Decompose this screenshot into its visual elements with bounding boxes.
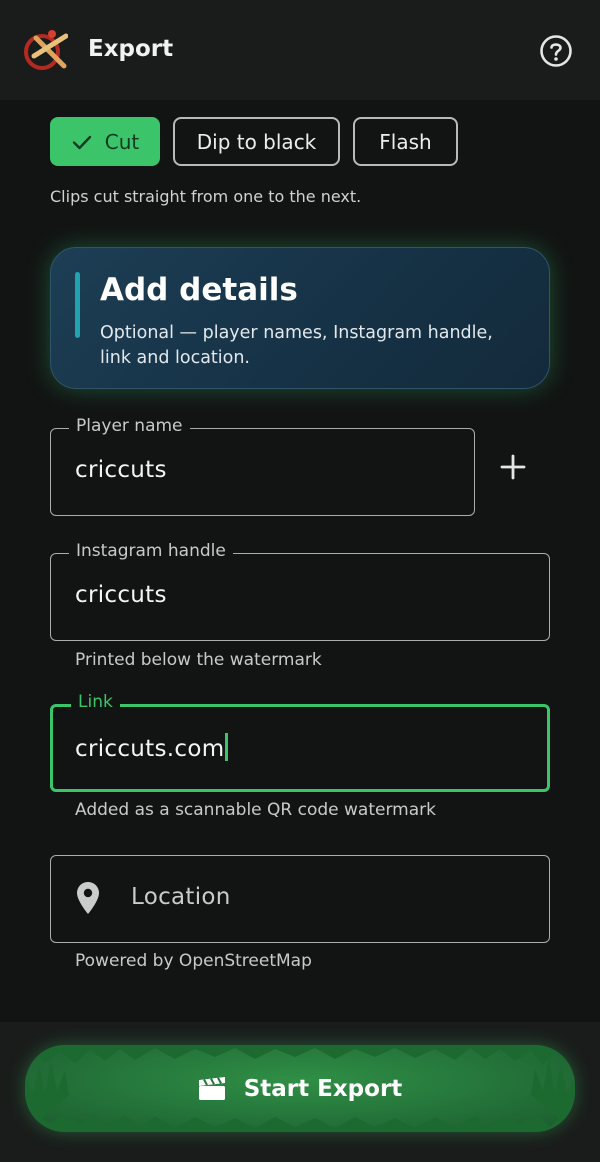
add-details-card[interactable]: Add details Optional — player names, Ins…	[50, 247, 550, 389]
instagram-handle-field[interactable]: Instagram handle criccuts	[50, 541, 550, 641]
location-helper: Powered by OpenStreetMap	[75, 951, 312, 971]
link-field[interactable]: Link criccuts.com	[50, 692, 550, 792]
page-title: Export	[88, 36, 174, 62]
player-name-value: criccuts	[75, 457, 167, 483]
link-value: criccuts.com	[75, 736, 225, 762]
transition-chip-cut[interactable]: Cut	[50, 117, 160, 166]
link-value-wrap: criccuts.com	[75, 733, 229, 762]
transition-description: Clips cut straight from one to the next.	[50, 187, 362, 206]
location-field[interactable]	[50, 855, 550, 943]
chip-label: Dip to black	[196, 129, 317, 154]
start-export-button[interactable]: Start Export	[25, 1045, 575, 1132]
plus-icon[interactable]	[498, 452, 528, 482]
link-helper: Added as a scannable QR code watermark	[75, 800, 436, 820]
details-subtitle: Optional — player names, Instagram handl…	[100, 323, 493, 368]
instagram-label: Instagram handle	[69, 541, 233, 561]
app-bar: Export	[0, 0, 600, 100]
transition-chip-flash[interactable]: Flash	[353, 117, 458, 166]
text-caret	[225, 733, 229, 761]
help-circle-icon[interactable]	[539, 34, 573, 68]
clapperboard-icon	[198, 1076, 225, 1100]
player-name-field[interactable]: Player name criccuts	[50, 416, 475, 516]
link-label: Link	[71, 692, 120, 712]
location-pin-icon	[77, 882, 99, 914]
check-icon	[72, 135, 91, 149]
location-placeholder: Location	[131, 884, 231, 910]
details-title: Add details	[100, 272, 298, 308]
chip-label: Flash	[379, 129, 432, 154]
instagram-value: criccuts	[75, 582, 167, 608]
accent-bar	[75, 272, 80, 338]
export-content: Start Export	[25, 1045, 575, 1132]
transition-chip-dip-to-black[interactable]: Dip to black	[173, 117, 340, 166]
instagram-helper: Printed below the watermark	[75, 650, 322, 670]
criccuts-logo-icon	[24, 30, 68, 70]
player-name-label: Player name	[69, 416, 190, 436]
chip-label: Cut	[104, 129, 140, 154]
start-export-label: Start Export	[243, 1075, 403, 1102]
